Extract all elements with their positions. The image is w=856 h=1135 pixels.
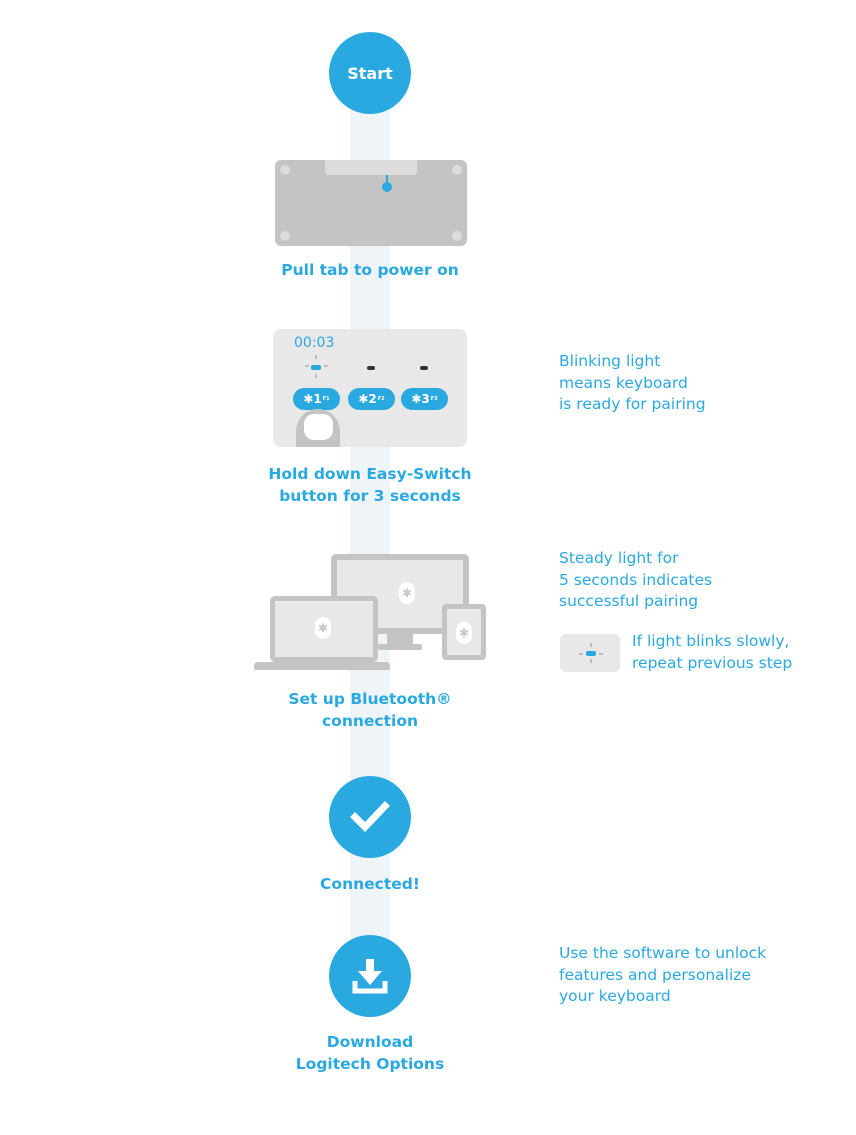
bluetooth-icon: ✱	[303, 392, 314, 406]
foot	[280, 231, 290, 241]
slow-blink-led-illustration	[560, 634, 620, 672]
note-steady-light: Steady light for 5 seconds indicates suc…	[559, 549, 713, 610]
checkmark-icon	[350, 801, 390, 833]
led-ray	[590, 659, 592, 663]
timer-readout: 00:03	[294, 335, 335, 351]
laptop-base	[254, 662, 390, 670]
foot	[452, 165, 462, 175]
foot	[280, 165, 290, 175]
led-ray	[579, 653, 583, 655]
led-icon	[586, 651, 596, 656]
pull-tab-indicator-head	[382, 182, 392, 192]
note-slow-blink: If light blinks slowly, repeat previous …	[632, 632, 793, 672]
easy-switch-key-3: ✱ 3 F3	[401, 388, 448, 410]
led-2-icon	[367, 366, 375, 370]
led-ray	[315, 374, 317, 378]
led-3-icon	[420, 366, 428, 370]
bluetooth-icon: ✱	[411, 392, 422, 406]
battery-tab	[325, 160, 417, 175]
start-label: Start	[347, 63, 393, 83]
led-ray	[324, 365, 328, 367]
start-node: Start	[329, 32, 411, 114]
download-node[interactable]	[329, 935, 411, 1017]
easy-switch-key-2: ✱ 2 F2	[348, 388, 395, 410]
step-label-bluetooth: Set up Bluetooth® connection	[288, 690, 452, 730]
bluetooth-icon: ✱	[456, 622, 472, 644]
blinking-led-icon	[311, 365, 321, 370]
led-ray	[305, 365, 309, 367]
step-label-power-on: Pull tab to power on	[281, 261, 459, 279]
note-blinking-light: Blinking light means keyboard is ready f…	[559, 352, 706, 413]
bluetooth-icon: ✱	[358, 392, 369, 406]
bluetooth-icon: ✱	[399, 582, 415, 604]
led-ray	[590, 643, 592, 647]
download-icon	[352, 959, 388, 994]
monitor-base	[378, 644, 422, 650]
step-label-easy-switch: Hold down Easy-Switch button for 3 secon…	[268, 465, 472, 505]
laptop-icon: ✱	[270, 596, 378, 662]
download-logitech-options-link[interactable]: Download Logitech Options	[230, 1031, 510, 1075]
led-ray	[315, 355, 317, 359]
note-software: Use the software to unlock features and …	[559, 944, 767, 1005]
bluetooth-icon: ✱	[315, 617, 331, 639]
tablet-icon: ✱	[442, 604, 486, 660]
connected-node	[329, 776, 411, 858]
keyboard-bottom-illustration	[275, 160, 467, 246]
step-label-connected: Connected!	[320, 875, 420, 893]
foot	[452, 231, 462, 241]
fingernail	[304, 414, 333, 440]
led-ray	[599, 653, 603, 655]
easy-switch-illustration: 00:03 ✱ 1 F1 ✱ 2 F2 ✱ 3 F3	[273, 329, 467, 447]
easy-switch-key-1: ✱ 1 F1	[293, 388, 340, 410]
